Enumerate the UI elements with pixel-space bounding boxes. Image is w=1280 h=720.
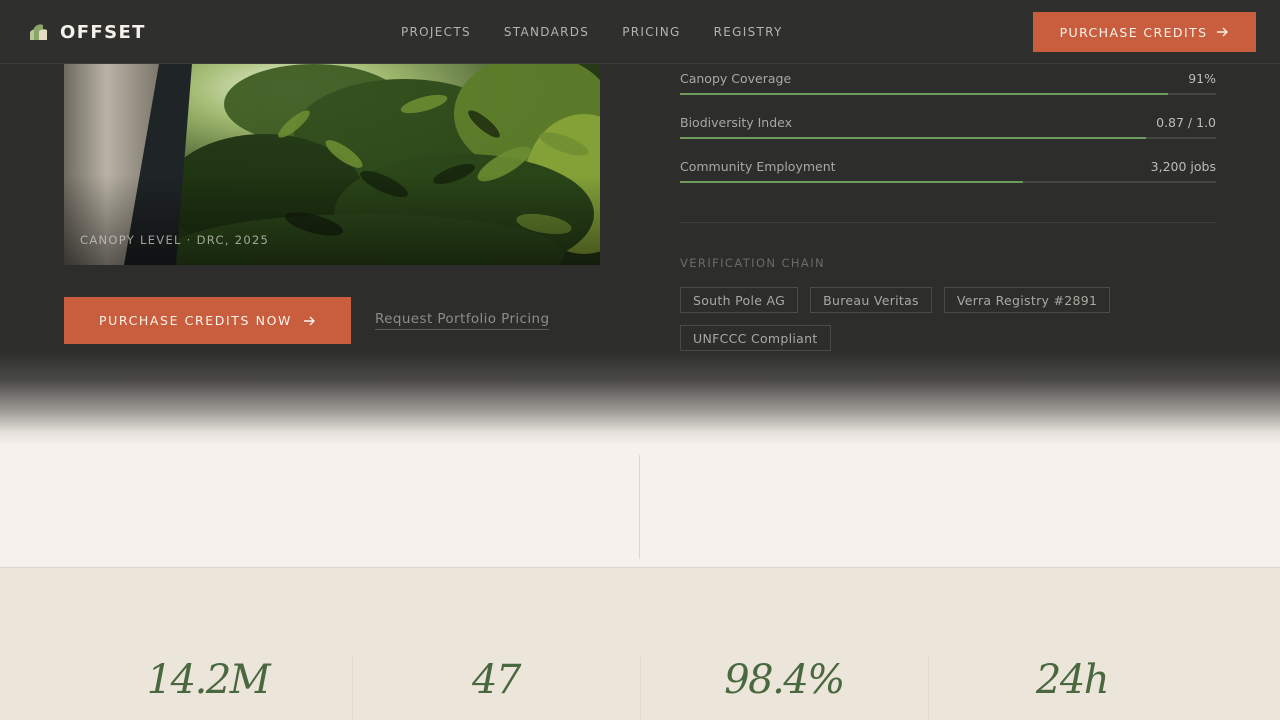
chip-unfccc[interactable]: UNFCCC Compliant: [680, 325, 831, 351]
metric-canopy-coverage: Canopy Coverage 91%: [680, 71, 1216, 101]
purchase-credits-now-label: PURCHASE CREDITS NOW: [99, 313, 292, 328]
arrow-right-icon: [303, 316, 315, 325]
metric-value: 0.87 / 1.0: [1156, 115, 1216, 130]
stat-value: 24h: [1035, 657, 1110, 703]
purchase-credits-button[interactable]: PURCHASE CREDITS: [1033, 12, 1256, 52]
stat-value: 98.4%: [724, 657, 845, 703]
metric-value: 3,200 jobs: [1150, 159, 1216, 174]
metric-value: 91%: [1188, 71, 1216, 86]
progress-track: [680, 181, 1216, 183]
brand-name: OFFSET: [60, 21, 146, 43]
section-divider: [680, 222, 1216, 223]
main-nav: PROJECTS STANDARDS PRICING REGISTRY: [401, 24, 783, 40]
nav-pricing[interactable]: PRICING: [622, 24, 680, 40]
nav-standards[interactable]: STANDARDS: [504, 24, 589, 40]
progress-track: [680, 137, 1216, 139]
arrow-right-icon: [1217, 27, 1229, 37]
purchase-credits-now-button[interactable]: PURCHASE CREDITS NOW: [64, 297, 351, 344]
metric-community-employment: Community Employment 3,200 jobs: [680, 159, 1216, 189]
progress-track: [680, 93, 1216, 95]
nav-registry[interactable]: REGISTRY: [714, 24, 783, 40]
forest-canopy-photo: CANOPY LEVEL · DRC, 2025: [64, 64, 600, 265]
stat-value: 14.2M: [146, 657, 271, 703]
chip-south-pole[interactable]: South Pole AG: [680, 287, 799, 313]
verification-chips: South Pole AG Bureau Veritas Verra Regis…: [680, 287, 1140, 351]
progress-fill: [680, 93, 1168, 95]
leaf-logo-icon: [30, 24, 47, 40]
progress-fill: [680, 181, 1024, 183]
brand-logo[interactable]: OFFSET: [28, 20, 146, 44]
stat-value: 47: [472, 657, 521, 703]
light-band: [0, 445, 1280, 567]
stats-row: 14.2M 47 98.4% 24h: [64, 568, 1216, 720]
request-portfolio-pricing-link[interactable]: Request Portfolio Pricing: [375, 311, 550, 330]
chip-bureau-veritas[interactable]: Bureau Veritas: [810, 287, 932, 313]
progress-fill: [680, 137, 1147, 139]
photo-caption: CANOPY LEVEL · DRC, 2025: [80, 233, 270, 247]
verification-chain-title: VERIFICATION CHAIN: [680, 256, 825, 270]
metric-label: Community Employment: [680, 159, 836, 174]
metric-label: Biodiversity Index: [680, 115, 792, 130]
site-header: OFFSET PROJECTS STANDARDS PRICING REGIST…: [0, 0, 1280, 64]
nav-projects[interactable]: PROJECTS: [401, 24, 471, 40]
metric-label: Canopy Coverage: [680, 71, 792, 86]
metric-biodiversity-index: Biodiversity Index 0.87 / 1.0: [680, 115, 1216, 145]
band-divider: [639, 455, 640, 559]
purchase-credits-label: PURCHASE CREDITS: [1059, 24, 1208, 40]
chip-verra-registry[interactable]: Verra Registry #2891: [943, 287, 1111, 313]
